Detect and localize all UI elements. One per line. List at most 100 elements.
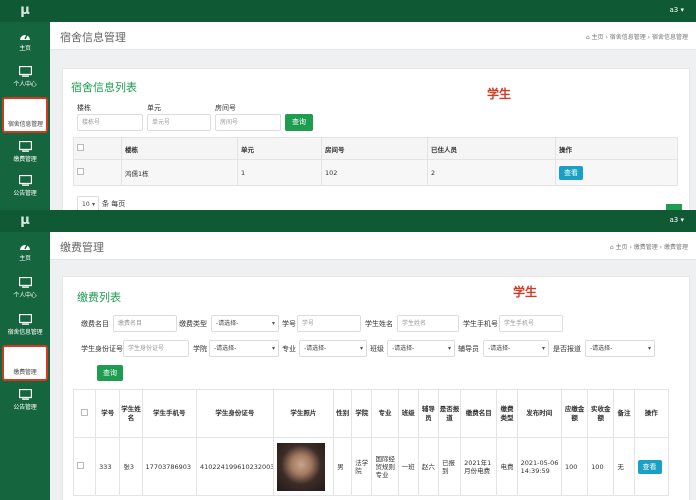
major-label: 专业 xyxy=(282,345,296,353)
cell-reported: 已报到 xyxy=(437,437,462,496)
major-select[interactable]: -请选择- ▾ xyxy=(299,340,367,357)
view-button[interactable]: 查看 xyxy=(637,459,662,474)
table-header-row: 楼栋 单元 房间号 已住人员 操作 xyxy=(73,137,678,160)
cell-counselor: 赵六 xyxy=(417,437,439,496)
counselor-select[interactable]: -请选择- ▾ xyxy=(483,340,549,357)
chevron-down-icon: ▾ xyxy=(359,345,363,352)
col-header: 操作 xyxy=(555,137,678,160)
cell-student-no: 333 xyxy=(95,437,121,496)
breadcrumb[interactable]: ⌂ 主页 › 宿舍信息管理 › 宿舍信息管理 xyxy=(586,32,688,41)
cell-gender: 男 xyxy=(333,437,353,496)
col-header: 性别 xyxy=(333,389,353,438)
app-logo: μ xyxy=(20,3,30,18)
page-size-select[interactable]: 10 ▾ xyxy=(77,196,99,210)
page-title: 缴费管理 xyxy=(60,241,104,254)
monitor-icon xyxy=(18,104,32,115)
sidebar-item-label: 个人中心 xyxy=(13,81,37,88)
select-all-checkbox[interactable] xyxy=(73,137,122,160)
chevron-down-icon: ▾ xyxy=(541,345,545,352)
fee-type-select[interactable]: -请选择- ▾ xyxy=(211,315,279,332)
sidebar-item-notices[interactable]: 公告管理 xyxy=(2,384,48,418)
chevron-down-icon: ▾ xyxy=(447,345,451,352)
col-header: 学号 xyxy=(95,389,121,438)
view-button[interactable]: 查看 xyxy=(559,165,583,180)
page-header: 宿舍信息管理 ⌂ 主页 › 宿舍信息管理 › 宿舍信息管理 xyxy=(50,22,696,50)
sidebar-item-profile[interactable]: 个人中心 xyxy=(2,272,48,306)
unit-input[interactable]: 单元号 xyxy=(147,114,211,131)
col-header: 学生手机号 xyxy=(141,389,198,438)
sidebar-item-dorm[interactable]: 宿舍信息管理 xyxy=(2,309,48,343)
cell-major: 国际经贸规则专业 xyxy=(371,437,399,496)
counselor-label: 辅导员 xyxy=(458,345,479,353)
sidebar-item-home[interactable]: 主页 xyxy=(2,236,48,270)
cell-residents: 2 xyxy=(427,159,556,186)
fee-list-panel: 缴费列表 学生 缴费名目 缴费名目 缴费类型 -请选择- ▾ 学号 学号 学生姓名… xyxy=(62,276,690,500)
monitor-icon xyxy=(18,352,32,363)
cell-room: 102 xyxy=(321,159,428,186)
idcard-label: 学生身份证号 xyxy=(81,345,123,353)
cell-building: 鸿儒1栋 xyxy=(121,159,238,186)
col-header: 缴费类型 xyxy=(496,389,518,438)
cell-note: 无 xyxy=(613,437,635,496)
sidebar-item-dorm[interactable]: 宿舍信息管理 xyxy=(2,97,48,133)
cell-paid: 100 xyxy=(587,437,615,496)
search-button[interactable]: 查询 xyxy=(97,365,123,381)
role-annotation: 学生 xyxy=(487,87,512,101)
building-input[interactable]: 楼栋号 xyxy=(77,114,143,131)
building-label: 楼栋 xyxy=(77,104,91,112)
col-header: 学生照片 xyxy=(272,389,335,438)
row-checkbox[interactable] xyxy=(73,159,122,186)
dashboard-icon xyxy=(20,34,30,40)
reported-select[interactable]: -请选择- ▾ xyxy=(585,340,655,357)
cell-fee-type: 电费 xyxy=(496,437,518,496)
col-header: 学院 xyxy=(351,389,373,438)
sidebar-item-notices[interactable]: 公告管理 xyxy=(2,170,48,204)
select-all-checkbox[interactable] xyxy=(72,389,97,438)
sidebar-item-fees[interactable]: 缴费管理 xyxy=(2,345,48,381)
row-checkbox[interactable] xyxy=(72,437,97,496)
chevron-down-icon: ▾ xyxy=(647,345,651,352)
sidebar-item-profile[interactable]: 个人中心 xyxy=(2,61,48,95)
col-header: 房间号 xyxy=(321,137,428,160)
table-header-row: 学号 学生姓名 学生手机号 学生身份证号 学生照片 性别 学院 专业 班级 辅导… xyxy=(72,389,670,438)
cell-fee-name: 2021年1月份电费 xyxy=(460,437,498,496)
table-row: 333 张3 17703786903 410224199610232003 男 … xyxy=(72,437,670,496)
room-input[interactable]: 房间号 xyxy=(215,114,281,131)
sidebar: 主页 个人中心 宿舍信息管理 缴费管理 公告管理 xyxy=(0,232,50,500)
phone-input[interactable]: 学生手机号 xyxy=(499,315,563,332)
col-header: 应缴金额 xyxy=(560,389,589,438)
chevron-down-icon: ▾ xyxy=(271,345,275,352)
panel-title: 缴费列表 xyxy=(77,291,121,304)
student-photo xyxy=(276,442,325,491)
monitor-icon xyxy=(18,314,32,325)
sidebar-item-fees[interactable]: 缴费管理 xyxy=(2,136,48,170)
breadcrumb[interactable]: ⌂ 主页 › 缴费管理 › 缴费管理 xyxy=(610,242,688,251)
monitor-icon xyxy=(18,277,32,288)
col-header: 已住人员 xyxy=(427,137,556,160)
page-title: 宿舍信息管理 xyxy=(60,31,126,44)
col-header: 备注 xyxy=(613,389,635,438)
sidebar-item-label: 缴费管理 xyxy=(13,156,37,163)
college-select[interactable]: -请选择- ▾ xyxy=(209,340,279,357)
sidebar: 主页 个人中心 宿舍信息管理 缴费管理 公告管理 xyxy=(0,22,50,210)
user-menu[interactable]: a3 ▾ xyxy=(670,216,684,224)
cell-unit: 1 xyxy=(237,159,322,186)
sidebar-item-home[interactable]: 主页 xyxy=(2,26,48,60)
student-no-input[interactable]: 学号 xyxy=(297,315,361,332)
search-button[interactable]: 查询 xyxy=(285,114,313,131)
fee-name-input[interactable]: 缴费名目 xyxy=(113,315,177,332)
col-header: 学生姓名 xyxy=(119,389,143,438)
idcard-input[interactable]: 学生身份证号 xyxy=(123,340,189,357)
user-menu[interactable]: a3 ▾ xyxy=(670,6,684,14)
col-header: 专业 xyxy=(371,389,399,438)
fee-name-label: 缴费名目 xyxy=(81,320,109,328)
cell-photo xyxy=(272,437,335,496)
col-header: 单元 xyxy=(237,137,322,160)
col-header: 缴费名目 xyxy=(460,389,498,438)
class-select[interactable]: -请选择- ▾ xyxy=(387,340,455,357)
top-bar: μ a3 ▾ xyxy=(0,0,696,22)
cell-idcard: 410224199610232003 xyxy=(196,437,274,496)
student-name-input[interactable]: 学生姓名 xyxy=(397,315,459,332)
sidebar-item-label: 主页 xyxy=(19,255,31,262)
page-header: 缴费管理 ⌂ 主页 › 缴费管理 › 缴费管理 xyxy=(50,232,696,260)
